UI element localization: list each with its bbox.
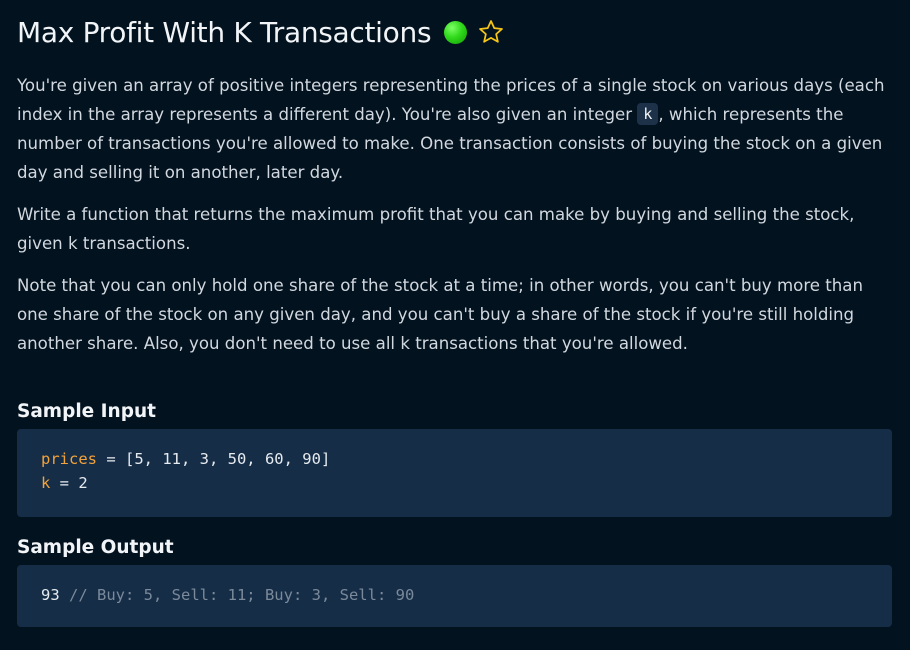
description-paragraph-3: Note that you can only hold one share of… <box>17 276 863 353</box>
output-value: 93 <box>41 586 60 604</box>
description-paragraph-2: Write a function that returns the maximu… <box>17 205 855 253</box>
problem-title: Max Profit With K Transactions <box>17 15 432 49</box>
code-variable-prices: prices <box>41 450 97 468</box>
title-row: Max Profit With K Transactions <box>17 15 892 49</box>
difficulty-indicator <box>444 20 468 44</box>
description-paragraph-1: You're given an array of positive intege… <box>17 71 892 187</box>
sample-input-code-block: prices = [5, 11, 3, 50, 60, 90] k = 2 <box>17 429 892 517</box>
problem-page: Max Profit With K Transactions You're gi… <box>0 16 910 650</box>
code-k-value: = 2 <box>50 474 88 492</box>
inline-code-k: k <box>637 103 659 125</box>
sample-output-heading: Sample Output <box>17 537 174 558</box>
output-comment: // Buy: 5, Sell: 11; Buy: 3, Sell: 90 <box>59 586 415 604</box>
sample-input-heading: Sample Input <box>17 401 156 422</box>
code-variable-k: k <box>41 474 51 492</box>
code-prices-value: = [5, 11, 3, 50, 60, 90] <box>97 450 331 468</box>
star-outline-icon[interactable] <box>477 18 505 46</box>
sample-output-code-block: 93 // Buy: 5, Sell: 11; Buy: 3, Sell: 90 <box>17 565 892 627</box>
